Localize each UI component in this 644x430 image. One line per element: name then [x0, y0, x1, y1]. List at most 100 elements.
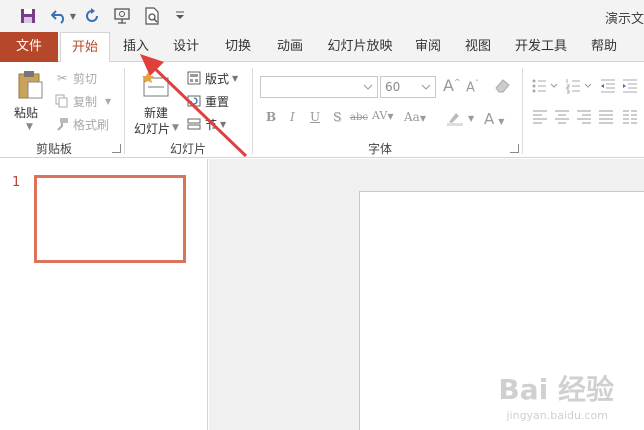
grow-font-button[interactable]: A^ [443, 76, 461, 95]
present-from-start-icon[interactable] [112, 6, 132, 26]
increase-indent-icon [623, 79, 637, 93]
decrease-indent-icon [601, 79, 615, 93]
slide-thumbnail[interactable] [34, 175, 186, 263]
clipboard-launcher-icon[interactable] [112, 144, 121, 153]
section-label: 节 [205, 117, 218, 132]
tab-file[interactable]: 文件 [0, 32, 58, 62]
paste-label: 粘贴 [14, 106, 39, 120]
decrease-indent-button[interactable] [600, 78, 616, 97]
font-color-button[interactable]: A ▼ [484, 110, 504, 128]
change-case-dropdown-icon: ▼ [419, 114, 426, 123]
paste-icon [18, 71, 43, 99]
ribbon-tab-bar: 文件 开始 插入 设计 切换 动画 幻灯片放映 审阅 视图 开发工具 帮助 [0, 32, 644, 63]
font-color-label: A [484, 110, 495, 128]
copy-dropdown-icon[interactable]: ▼ [105, 97, 111, 106]
align-right-icon [577, 110, 591, 124]
clear-formatting-button[interactable] [494, 76, 512, 97]
align-right-button[interactable] [576, 110, 592, 127]
save-icon[interactable] [18, 6, 38, 26]
layout-icon [186, 70, 202, 86]
shrink-font-button[interactable]: Aˇ [466, 79, 479, 95]
redo-icon[interactable] [82, 6, 102, 26]
scissors-icon: ✂ [56, 71, 68, 85]
tab-slideshow[interactable]: 幻灯片放映 [320, 32, 400, 62]
change-case-button[interactable]: Aa▼ [404, 110, 426, 124]
new-slide-button[interactable]: 新建 幻灯片 ▼ [132, 70, 182, 136]
increase-indent-button[interactable] [622, 78, 638, 97]
section-icon [186, 116, 202, 132]
clipboard-group-label: 剪贴板 [36, 142, 73, 156]
shrink-font-label: A [466, 80, 475, 96]
align-left-icon [533, 110, 547, 124]
tab-developer[interactable]: 开发工具 [508, 32, 574, 62]
reset-icon [186, 93, 202, 109]
section-button[interactable]: 节 ▼ [186, 114, 226, 134]
format-painter-label: 格式刷 [73, 117, 110, 132]
shadow-button[interactable]: S [333, 110, 341, 124]
tab-insert[interactable]: 插入 [114, 32, 158, 62]
layout-dropdown-icon[interactable]: ▼ [232, 74, 238, 83]
bullets-button[interactable] [532, 78, 560, 97]
reset-label: 重置 [205, 94, 230, 109]
chevron-down-icon [363, 84, 373, 90]
new-slide-icon [142, 72, 169, 97]
layout-button[interactable]: 版式 ▼ [186, 68, 238, 88]
font-group-label: 字体 [368, 142, 393, 156]
tab-animations[interactable]: 动画 [268, 32, 312, 62]
copy-icon [54, 93, 70, 109]
font-color-dropdown-icon: ▼ [498, 117, 505, 126]
columns-button[interactable] [622, 110, 638, 127]
tab-home[interactable]: 开始 [60, 32, 110, 63]
group-divider [252, 68, 253, 154]
section-dropdown-icon[interactable]: ▼ [220, 120, 226, 129]
eraser-icon [495, 79, 510, 93]
reset-button[interactable]: 重置 [186, 91, 229, 111]
justify-button[interactable] [598, 110, 614, 127]
highlight-dropdown-icon: ▼ [468, 114, 475, 123]
print-preview-icon[interactable] [142, 6, 162, 26]
character-spacing-button[interactable]: AV▼ [372, 109, 394, 122]
format-painter-button[interactable]: 格式刷 [54, 114, 109, 134]
font-name-dropdown[interactable] [260, 76, 378, 98]
shrink-font-caret-icon: ˇ [474, 79, 479, 88]
customize-qat-icon[interactable] [170, 6, 190, 26]
watermark-url: jingyan.baidu.com [506, 409, 608, 422]
tab-design[interactable]: 设计 [164, 32, 208, 62]
align-left-button[interactable] [532, 110, 548, 127]
bullet-list-icon [532, 79, 558, 93]
font-size-dropdown[interactable]: 60 [380, 76, 436, 98]
numbering-button[interactable] [566, 78, 594, 97]
font-launcher-icon[interactable] [510, 144, 519, 153]
highlight-button[interactable]: ▼ [446, 110, 474, 129]
tab-transitions[interactable]: 切换 [216, 32, 260, 62]
watermark-logo: Bai 经验 [498, 373, 614, 406]
change-case-label: Aa [404, 110, 420, 124]
font-size-value: 60 [385, 80, 401, 94]
new-slide-dropdown-icon[interactable]: ▼ [172, 123, 179, 133]
numbered-list-icon [566, 79, 592, 94]
tab-review[interactable]: 审阅 [406, 32, 450, 62]
underline-button[interactable]: U [310, 110, 320, 124]
copy-button[interactable]: 复制 ▼ [54, 91, 111, 111]
columns-icon [623, 110, 637, 124]
tab-view[interactable]: 视图 [456, 32, 500, 62]
bold-button[interactable]: B [266, 110, 276, 124]
paste-button[interactable]: 粘贴 ▼ [12, 70, 48, 132]
cut-button[interactable]: ✂ 剪切 [54, 68, 97, 88]
tab-help[interactable]: 帮助 [582, 32, 626, 62]
justify-icon [599, 110, 613, 124]
slides-group-label: 幻灯片 [170, 142, 207, 156]
italic-button[interactable]: I [290, 110, 295, 124]
strikethrough-button[interactable]: abc [350, 112, 368, 123]
undo-dropdown-icon[interactable]: ▼ [68, 6, 78, 26]
slide-thumbnail-pane: 1 [0, 159, 208, 430]
paste-dropdown-icon[interactable]: ▼ [26, 122, 33, 132]
window-title: 演示文 [604, 12, 644, 27]
align-center-icon [555, 110, 569, 124]
undo-icon[interactable] [50, 6, 70, 26]
chevron-down-icon [421, 84, 431, 90]
copy-label: 复制 [73, 94, 98, 109]
quick-access-toolbar: ▼ 演示文 [0, 0, 644, 32]
layout-label: 版式 [205, 71, 230, 86]
align-center-button[interactable] [554, 110, 570, 127]
